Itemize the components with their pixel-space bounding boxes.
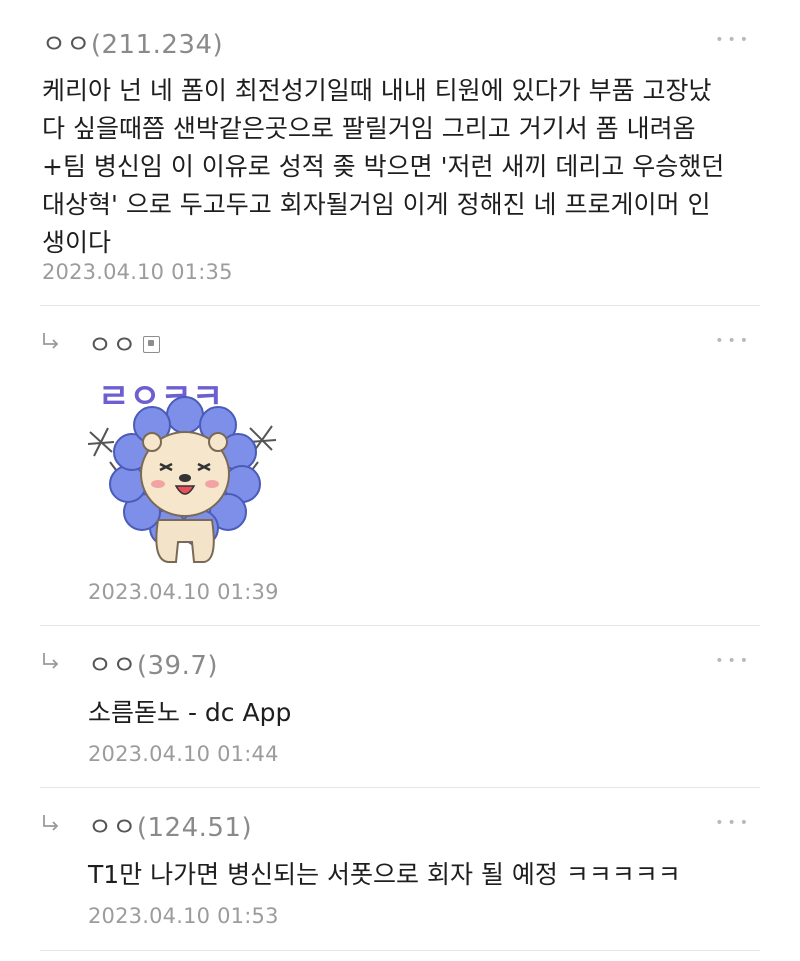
author-ip: (124.51)	[136, 813, 253, 843]
author-ip: (211.234)	[90, 30, 224, 60]
comment-author[interactable]: ㅇㅇ	[88, 325, 160, 362]
comment-time: 2023.04.10 01:53	[88, 904, 279, 928]
lion-sticker-image: ㄹㅇㅋㅋ	[87, 377, 277, 563]
comment-body: T1만 나가면 병신되는 서폿으로 회자 될 예정 ㅋㅋㅋㅋㅋ	[88, 860, 681, 889]
comment-body: 소름돋노 - dc App	[88, 698, 292, 727]
comment-author[interactable]: ㅇㅇ(211.234)	[42, 24, 223, 61]
divider	[40, 305, 760, 306]
divider	[40, 950, 760, 951]
comment-body: 케리아 넌 네 폼이 최전성기일때 내내 티원에 있다가 부품 고장났 다 싶을…	[42, 76, 725, 257]
reply-arrow-icon	[43, 653, 59, 669]
divider	[40, 625, 760, 626]
comment-time: 2023.04.10 01:39	[88, 580, 279, 604]
comment-author[interactable]: ㅇㅇ(39.7)	[88, 645, 218, 682]
more-dots-icon[interactable]: •••	[715, 653, 752, 669]
more-dots-icon[interactable]: •••	[715, 815, 752, 831]
author-ip: (39.7)	[136, 651, 219, 681]
divider	[40, 787, 760, 788]
reply-arrow-icon	[43, 333, 59, 349]
comment-time: 2023.04.10 01:35	[42, 260, 233, 284]
comment-time: 2023.04.10 01:44	[88, 742, 279, 766]
reply-arrow-icon	[43, 815, 59, 831]
more-dots-icon[interactable]: •••	[715, 32, 752, 48]
fixed-nick-badge-icon	[142, 336, 160, 353]
comment-author[interactable]: ㅇㅇ(124.51)	[88, 807, 252, 844]
more-dots-icon[interactable]: •••	[715, 333, 752, 349]
